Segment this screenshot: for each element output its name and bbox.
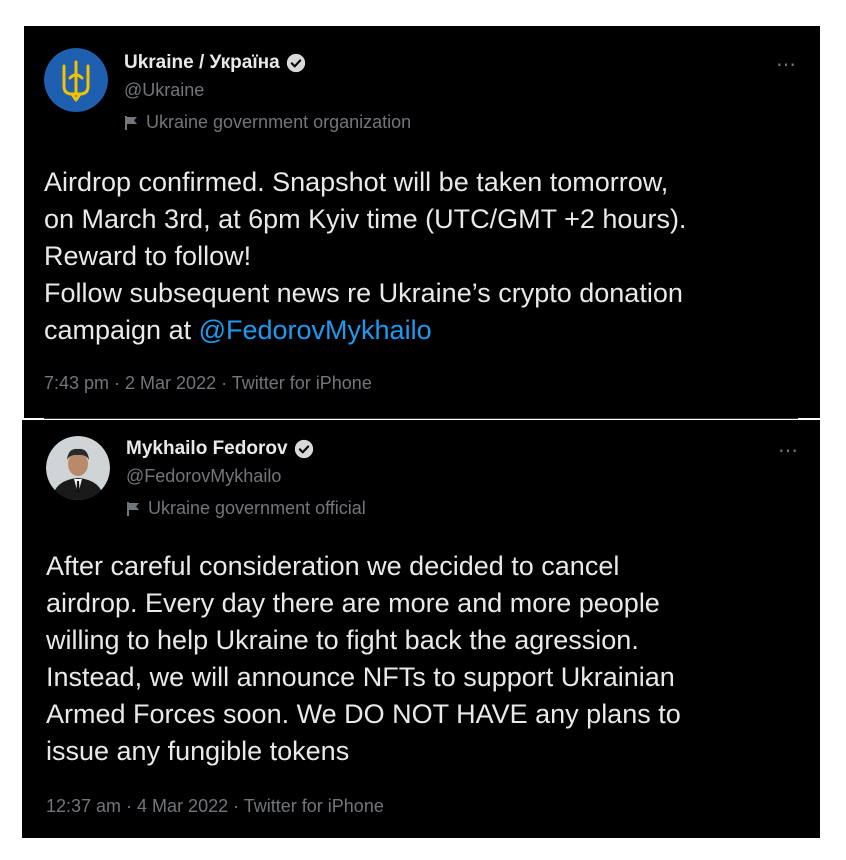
- flag-icon: [125, 115, 137, 130]
- trident-icon: [44, 48, 108, 112]
- text-line: Airdrop confirmed. Snapshot will be take…: [44, 167, 669, 197]
- text-line: Follow subsequent news re Ukraine’s cryp…: [44, 278, 683, 308]
- more-icon[interactable]: ⋯: [778, 438, 799, 463]
- affiliation-label: Ukraine government official: [126, 498, 366, 519]
- tweet-fedorov: Mykhailo Fedorov @FedorovMykhailo Ukrain…: [22, 420, 820, 838]
- timestamp[interactable]: 12:37 am · 4 Mar 2022 · Twitter for iPho…: [46, 796, 384, 817]
- text-line: After careful consideration we decided t…: [46, 551, 620, 581]
- mention-link[interactable]: @FedorovMykhailo: [199, 315, 432, 345]
- divider: [44, 418, 798, 419]
- text-line: issue any fungible tokens: [46, 736, 350, 766]
- label-text: Ukraine government organization: [146, 112, 412, 132]
- fedorov-avatar[interactable]: [46, 436, 110, 500]
- more-icon[interactable]: ⋯: [776, 52, 797, 77]
- tweet-ukraine: Ukraine / Україна @Ukraine Ukraine gover…: [24, 26, 820, 418]
- label-text: Ukraine government official: [148, 498, 366, 518]
- handle[interactable]: @Ukraine: [124, 80, 204, 101]
- text-line: Reward to follow!: [44, 241, 252, 271]
- tweet-text: Airdrop confirmed. Snapshot will be take…: [44, 164, 686, 349]
- affiliation-label: Ukraine government organization: [124, 112, 411, 133]
- verified-badge-icon: [294, 439, 313, 459]
- handle[interactable]: @FedorovMykhailo: [126, 466, 281, 487]
- text-line: Instead, we will announce NFTs to suppor…: [46, 662, 675, 692]
- timestamp[interactable]: 7:43 pm · 2 Mar 2022 · Twitter for iPhon…: [44, 373, 372, 394]
- display-name[interactable]: Ukraine / Україна: [124, 52, 280, 74]
- author-row: Ukraine / Україна: [124, 52, 306, 74]
- tweet-text: After careful consideration we decided t…: [46, 548, 681, 770]
- flag-icon: [127, 501, 139, 516]
- text-line: willing to help Ukraine to fight back th…: [46, 625, 639, 655]
- author-row: Mykhailo Fedorov: [126, 438, 314, 460]
- text-line: airdrop. Every day there are more and mo…: [46, 588, 660, 618]
- text-line-prefix: campaign at: [44, 315, 199, 345]
- ukraine-avatar[interactable]: [44, 48, 108, 112]
- text-line: on March 3rd, at 6pm Kyiv time (UTC/GMT …: [44, 204, 687, 234]
- display-name[interactable]: Mykhailo Fedorov: [126, 438, 288, 460]
- text-line: Armed Forces soon. We DO NOT HAVE any pl…: [46, 699, 681, 729]
- verified-badge-icon: [286, 53, 305, 73]
- person-icon: [46, 436, 110, 500]
